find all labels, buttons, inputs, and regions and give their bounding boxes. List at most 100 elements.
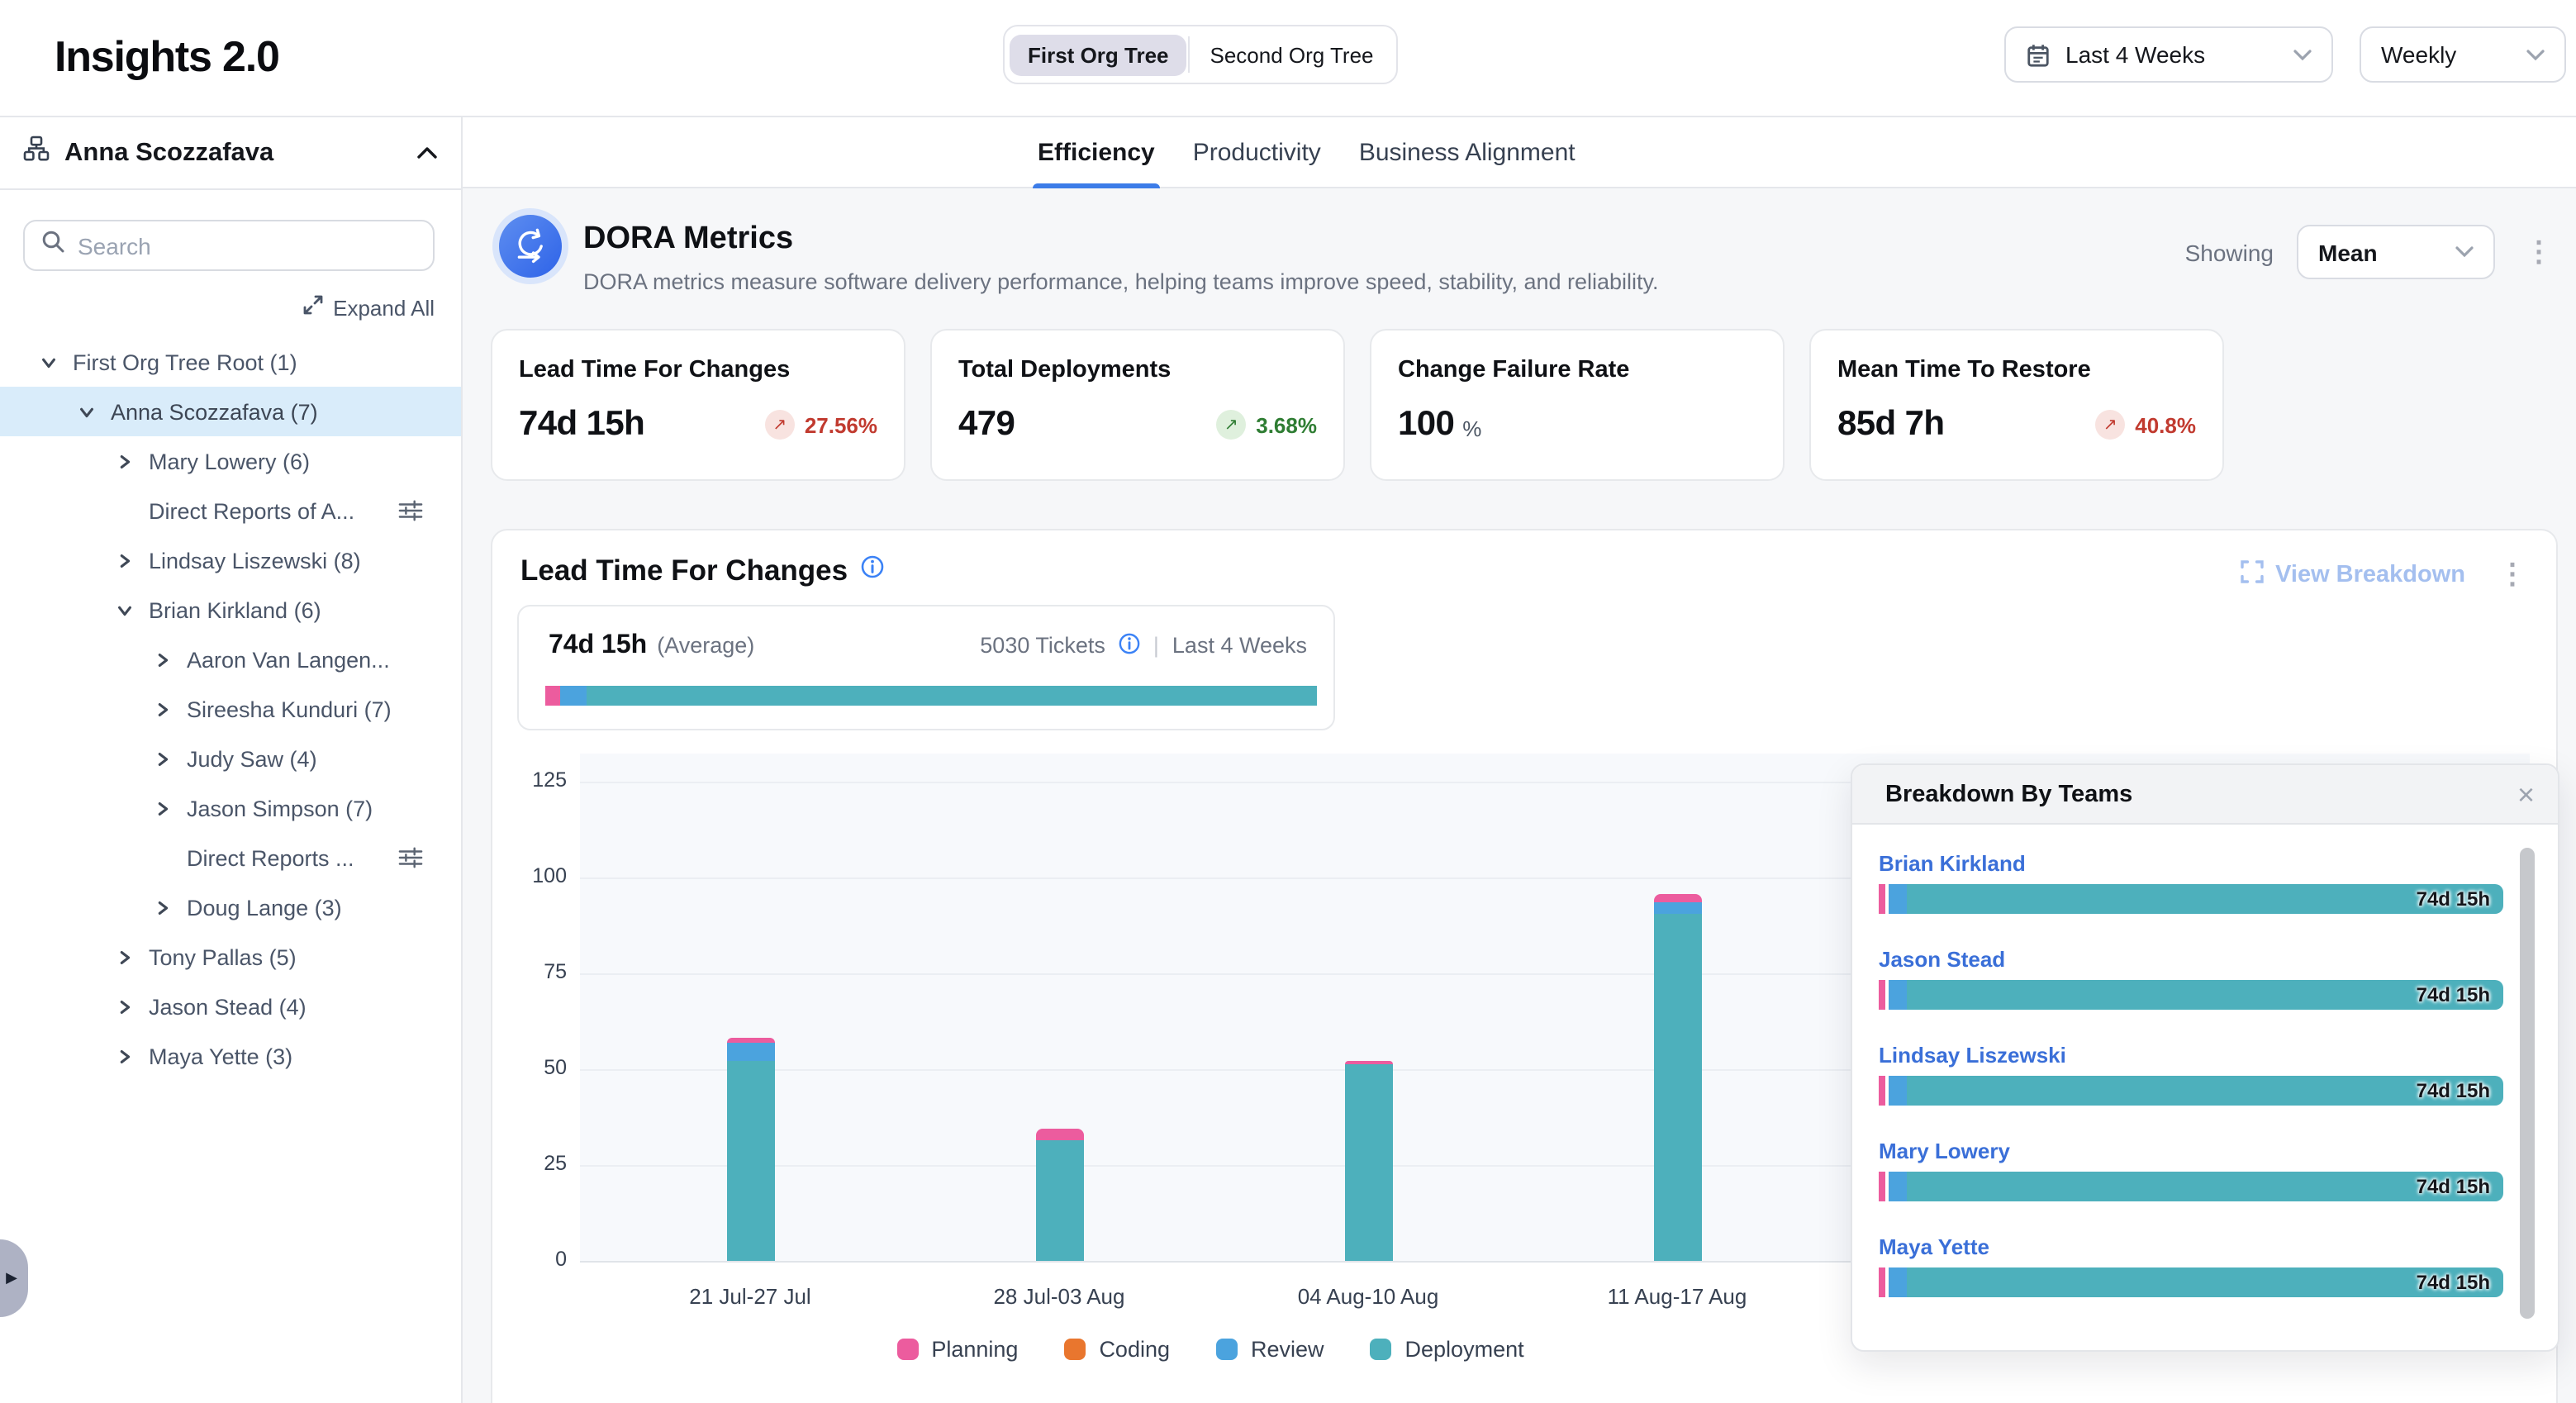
x-axis-label: 28 Jul-03 Aug xyxy=(919,1284,1200,1309)
tree-item-label: Lindsay Liszewski (8) xyxy=(149,548,361,573)
team-stacked-bar: 74d 15h xyxy=(1879,1172,2503,1201)
legend-item-coding[interactable]: Coding xyxy=(1064,1337,1170,1362)
expand-all-button[interactable]: Expand All xyxy=(302,294,435,321)
legend-item-deployment[interactable]: Deployment xyxy=(1371,1337,1524,1362)
bar-segment-planning xyxy=(1879,1172,1885,1201)
granularity-dropdown[interactable]: Weekly xyxy=(2360,26,2566,83)
tree-item-label: Jason Stead (4) xyxy=(149,994,307,1019)
summary-bar-segment-deployment xyxy=(587,686,1317,706)
dora-section-description: DORA metrics measure software delivery p… xyxy=(583,269,1659,294)
info-icon[interactable] xyxy=(861,555,884,587)
chevron-right-icon[interactable] xyxy=(116,452,134,470)
tree-item-label: Tony Pallas (5) xyxy=(149,944,297,969)
chevron-right-icon[interactable] xyxy=(154,700,172,718)
tree-item-direct-reports[interactable]: Direct Reports ... xyxy=(0,833,461,882)
team-value: 74d 15h xyxy=(2417,1175,2490,1198)
summary-tickets: 5030 Tickets xyxy=(980,633,1105,658)
tree-item-first-org-tree-root-1[interactable]: First Org Tree Root (1) xyxy=(0,337,461,387)
chevron-up-icon[interactable] xyxy=(416,138,438,168)
filter-sliders-icon[interactable] xyxy=(398,499,423,522)
team-name-link[interactable]: Maya Yette xyxy=(1879,1234,2503,1259)
tree-item-doug-lange-3[interactable]: Doug Lange (3) xyxy=(0,882,461,932)
legend-swatch xyxy=(1216,1339,1238,1360)
metric-title: Change Failure Rate xyxy=(1398,357,1756,383)
lead-time-kebab-menu[interactable]: ⋮ xyxy=(2492,557,2533,592)
tree-item-tony-pallas-5[interactable]: Tony Pallas (5) xyxy=(0,932,461,982)
tab-business-alignment[interactable]: Business Alignment xyxy=(1354,117,1580,188)
toggle-second-org-tree[interactable]: Second Org Tree xyxy=(1192,34,1392,75)
metric-value: 100 xyxy=(1398,405,1454,445)
tree-item-judy-saw-4[interactable]: Judy Saw (4) xyxy=(0,734,461,783)
tree-item-sireesha-kunduri-7[interactable]: Sireesha Kunduri (7) xyxy=(0,684,461,734)
bar-segment-planning xyxy=(1653,895,1701,902)
chevron-right-icon[interactable] xyxy=(116,948,134,966)
tree-item-brian-kirkland-6[interactable]: Brian Kirkland (6) xyxy=(0,585,461,635)
chevron-down-icon xyxy=(2293,49,2312,60)
tree-item-direct-reports-of-a[interactable]: Direct Reports of A... xyxy=(0,486,461,535)
bar-segment-deployment: 74d 15h xyxy=(1907,1172,2503,1201)
metric-unit: % xyxy=(1462,416,1481,440)
sidebar-user-name: Anna Scozzafava xyxy=(64,138,402,168)
info-icon[interactable] xyxy=(1119,632,1140,659)
granularity-value: Weekly xyxy=(2381,41,2456,68)
aggregation-dropdown[interactable]: Mean xyxy=(2297,225,2495,279)
legend-item-planning[interactable]: Planning xyxy=(896,1337,1018,1362)
breakdown-by-teams-panel: Breakdown By Teams × Brian Kirkland 74d … xyxy=(1851,763,2559,1352)
tab-efficiency[interactable]: Efficiency xyxy=(1033,117,1160,188)
tree-item-label: Brian Kirkland (6) xyxy=(149,597,321,622)
toggle-first-org-tree[interactable]: First Org Tree xyxy=(1010,34,1187,75)
dora-metrics-icon xyxy=(492,208,568,284)
chevron-right-icon[interactable] xyxy=(154,749,172,768)
y-axis-tick: 100 xyxy=(492,864,567,887)
trend-badge: ↗ 27.56% xyxy=(765,410,877,440)
view-breakdown-button[interactable]: View Breakdown xyxy=(2241,559,2465,589)
breakdown-panel-title: Breakdown By Teams xyxy=(1885,781,2517,807)
metric-value: 74d 15h xyxy=(519,405,644,445)
showing-label: Showing xyxy=(2185,239,2274,265)
main-area: Efficiency Productivity Business Alignment… xyxy=(463,117,2576,1403)
filter-sliders-icon[interactable] xyxy=(398,846,423,869)
date-range-dropdown[interactable]: Last 4 Weeks xyxy=(2004,26,2333,83)
bar-segment-planning xyxy=(1879,1076,1885,1106)
metric-card-change-failure-rate: Change Failure Rate 100 % xyxy=(1370,329,1785,481)
dora-section-title: DORA Metrics xyxy=(583,221,793,258)
team-row-maya-yette: Maya Yette 74d 15h xyxy=(1879,1234,2503,1297)
tree-item-label: Direct Reports ... xyxy=(187,845,354,870)
chevron-down-icon[interactable] xyxy=(78,402,96,421)
tree-item-mary-lowery-6[interactable]: Mary Lowery (6) xyxy=(0,436,461,486)
bar-segment-deployment: 74d 15h xyxy=(1907,884,2503,914)
chevron-right-icon[interactable] xyxy=(154,650,172,668)
chevron-down-icon[interactable] xyxy=(40,353,58,371)
legend-item-review[interactable]: Review xyxy=(1216,1337,1324,1362)
tree-item-jason-stead-4[interactable]: Jason Stead (4) xyxy=(0,982,461,1031)
tree-item-aaron-van-langen[interactable]: Aaron Van Langen... xyxy=(0,635,461,684)
tree-item-lindsay-liszewski-8[interactable]: Lindsay Liszewski (8) xyxy=(0,535,461,585)
chevron-right-icon[interactable] xyxy=(116,551,134,569)
metric-value: 479 xyxy=(958,405,1015,445)
team-value: 74d 15h xyxy=(2417,1271,2490,1294)
tab-productivity[interactable]: Productivity xyxy=(1188,117,1326,188)
team-stacked-bar: 74d 15h xyxy=(1879,980,2503,1010)
close-icon[interactable]: × xyxy=(2517,779,2535,809)
dora-kebab-menu[interactable]: ⋮ xyxy=(2518,235,2559,269)
x-axis-label: 11 Aug-17 Aug xyxy=(1537,1284,1818,1309)
chevron-right-icon[interactable] xyxy=(154,799,172,817)
summary-qualifier: (Average) xyxy=(657,633,754,658)
team-stacked-bar: 74d 15h xyxy=(1879,884,2503,914)
team-value: 74d 15h xyxy=(2417,1079,2490,1102)
tree-item-maya-yette-3[interactable]: Maya Yette (3) xyxy=(0,1031,461,1081)
team-name-link[interactable]: Brian Kirkland xyxy=(1879,851,2503,876)
team-name-link[interactable]: Jason Stead xyxy=(1879,947,2503,972)
chevron-right-icon[interactable] xyxy=(116,1047,134,1065)
chevron-right-icon[interactable] xyxy=(116,997,134,1015)
summary-bar-segment-planning xyxy=(545,686,561,706)
team-name-link[interactable]: Mary Lowery xyxy=(1879,1139,2503,1163)
chevron-down-icon[interactable] xyxy=(116,601,134,619)
tree-item-jason-simpson-7[interactable]: Jason Simpson (7) xyxy=(0,783,461,833)
team-name-link[interactable]: Lindsay Liszewski xyxy=(1879,1043,2503,1068)
tree-item-anna-scozzafava-7[interactable]: Anna Scozzafava (7) xyxy=(0,387,461,436)
summary-range: Last 4 Weeks xyxy=(1172,633,1307,658)
search-input[interactable] xyxy=(78,232,416,259)
panel-scrollbar-thumb[interactable] xyxy=(2520,848,2535,1319)
chevron-right-icon[interactable] xyxy=(154,898,172,916)
